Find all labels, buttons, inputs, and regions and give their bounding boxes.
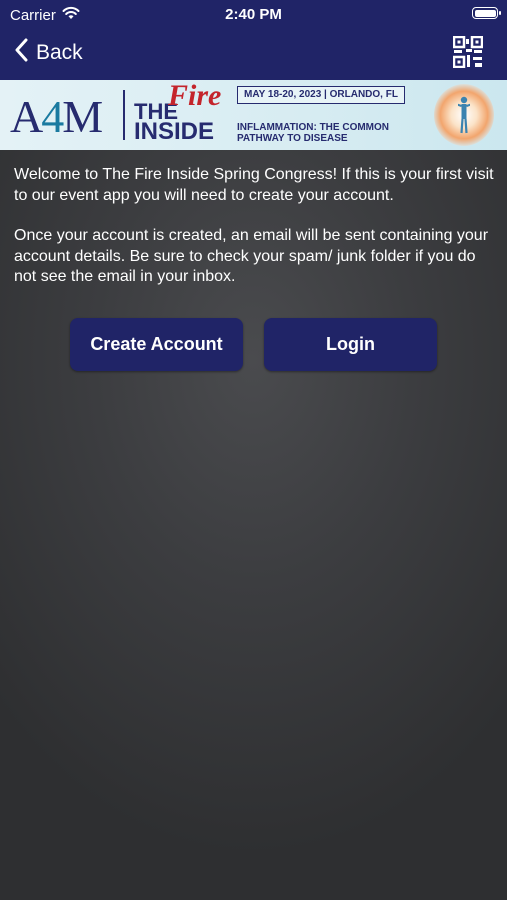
event-logo-fire: Fire [168, 80, 222, 112]
back-button[interactable]: Back [14, 38, 83, 68]
logo-letter-m: M [62, 91, 103, 142]
status-time: 2:40 PM [225, 6, 282, 23]
event-dates: MAY 18-20, 2023 | ORLANDO, FL [237, 86, 405, 104]
battery-icon [472, 7, 501, 19]
tagline-line-2: PATHWAY TO DISEASE [237, 133, 348, 144]
top-bar: Carrier 2:40 PM Back [0, 0, 507, 80]
event-logo-inside: INSIDE [134, 118, 215, 145]
welcome-message: Welcome to The Fire Inside Spring Congre… [14, 165, 499, 308]
login-button[interactable]: Login [264, 318, 437, 371]
logo-number-4: 4 [41, 91, 64, 142]
back-label: Back [36, 41, 83, 64]
chevron-left-icon [14, 38, 28, 68]
banner-divider [123, 90, 125, 140]
logo-letter-a: A [10, 91, 43, 142]
qr-code-icon[interactable] [452, 35, 484, 69]
tagline-line-1: INFLAMMATION: THE COMMON [237, 122, 390, 133]
email-info-paragraph: Once your account is created, an email w… [14, 227, 489, 285]
welcome-paragraph: Welcome to The Fire Inside Spring Congre… [14, 166, 494, 204]
event-banner: A4M THE Fire INSIDE MAY 18-20, 2023 | OR… [0, 80, 507, 150]
navigation-bar: Back [0, 30, 507, 76]
event-logo: THE Fire INSIDE [134, 81, 221, 145]
create-account-button[interactable]: Create Account [70, 318, 243, 371]
event-tagline: INFLAMMATION: THE COMMON PATHWAY TO DISE… [237, 122, 389, 144]
status-bar: Carrier 2:40 PM [0, 0, 507, 28]
human-figure-icon [434, 84, 494, 146]
a4m-logo: A4M [10, 90, 103, 143]
